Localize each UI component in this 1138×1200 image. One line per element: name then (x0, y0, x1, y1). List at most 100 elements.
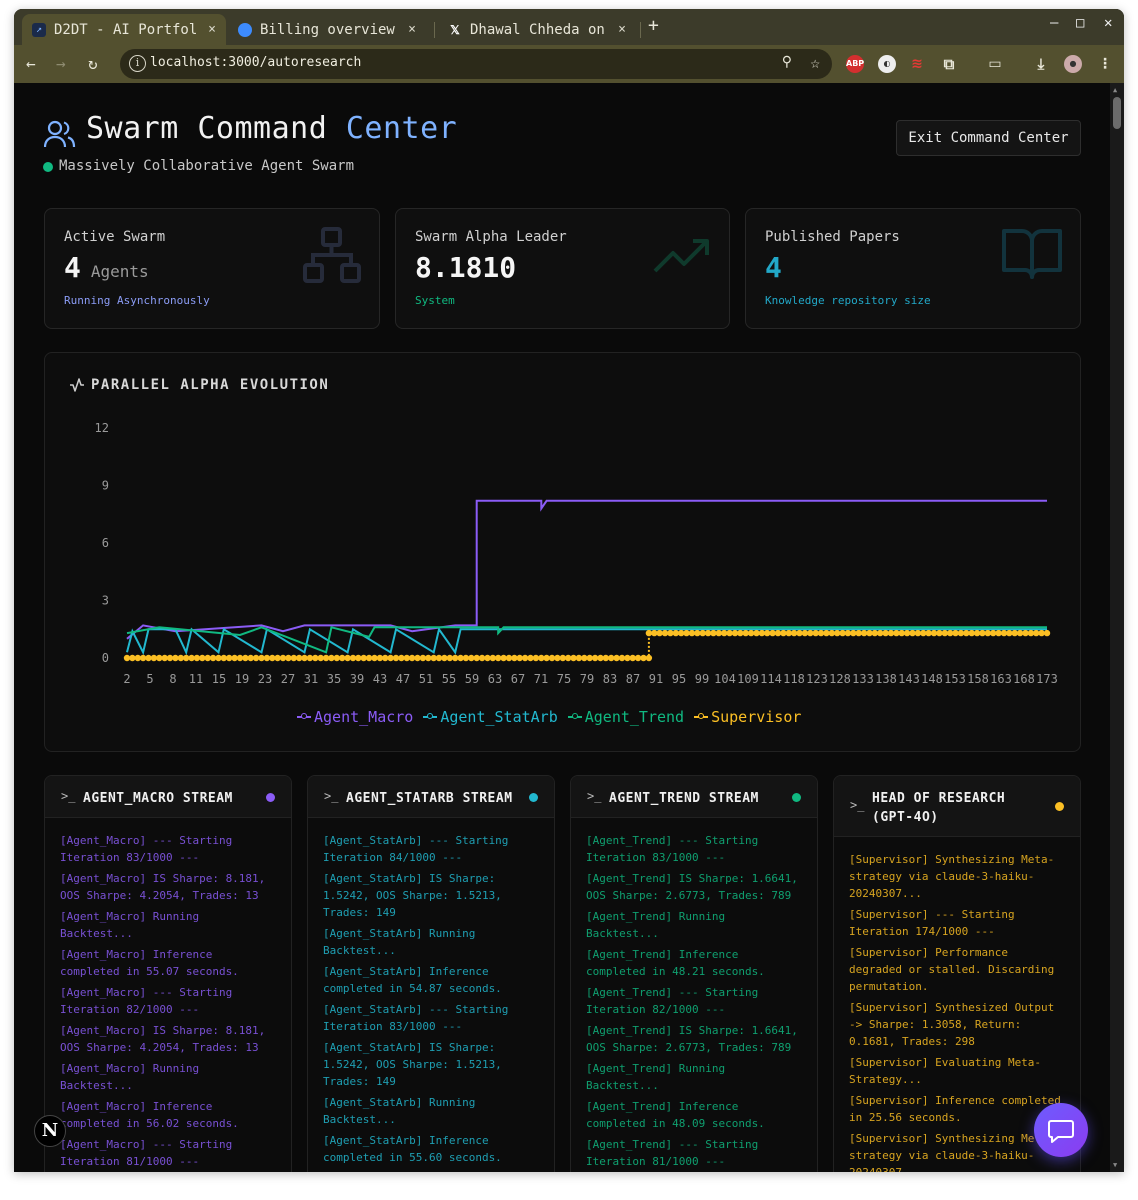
chat-bubble-icon (1048, 1120, 1074, 1143)
legend-marker-icon (694, 712, 709, 722)
x-tick-label: 91 (649, 672, 663, 686)
log-line: [Agent_StatArb] IS Sharpe: 1.5242, OOS S… (323, 1041, 502, 1088)
terminal-icon: >_ (61, 789, 76, 803)
exit-command-center-button[interactable]: Exit Command Center (896, 120, 1081, 156)
page-scrollbar[interactable]: ▲ ▼ (1110, 83, 1124, 1172)
stat-value: 4 (765, 251, 782, 284)
profile-avatar[interactable]: ● (1064, 55, 1082, 73)
scroll-up-icon[interactable]: ▲ (1113, 86, 1117, 94)
x-tick-label: 123 (806, 672, 828, 686)
zoom-icon[interactable]: ⚲ (782, 54, 792, 70)
tab-separator (434, 22, 435, 38)
x-tick-label: 51 (419, 672, 433, 686)
browser-window: ↗ D2DT - AI Portfol × Billing overview ×… (14, 9, 1124, 1172)
site-info-icon[interactable]: i (129, 55, 146, 72)
network-icon (303, 227, 361, 283)
stat-foot: System (415, 294, 455, 307)
scrollbar-thumb[interactable] (1113, 97, 1121, 129)
bookmark-star-icon[interactable]: ☆ (810, 53, 820, 72)
x-tick-label: 11 (189, 672, 203, 686)
x-tick-label: 153 (944, 672, 966, 686)
tab-search-icon[interactable]: ▭ (986, 55, 1004, 73)
stat-card-active-swarm: Active Swarm 4 Agents Running Asynchronou… (44, 208, 380, 329)
chat-button[interactable] (1034, 1103, 1088, 1157)
scroll-down-icon[interactable]: ▼ (1113, 1161, 1117, 1169)
browser-toolbar: ← → ↻ i localhost:3000/autoresearch ⚲ ☆ … (14, 45, 1124, 83)
tab-d2dt[interactable]: ↗ D2DT - AI Portfol × (22, 14, 226, 45)
stream-title: AGENT_MACRO STREAM (83, 791, 233, 806)
back-icon[interactable]: ← (26, 54, 36, 73)
stream-log[interactable]: [Agent_Trend] --- Starting Iteration 83/… (571, 818, 817, 1172)
log-line: [Agent_Trend] Running Backtest... (586, 1062, 726, 1092)
x-tick-label: 39 (350, 672, 364, 686)
stream-title: AGENT_TREND STREAM (609, 791, 759, 806)
legend-item-agent-macro[interactable]: Agent_Macro (297, 708, 413, 726)
stream-title: HEAD OF RESEARCH (GPT-4O) (872, 791, 1006, 825)
forward-icon[interactable]: → (56, 54, 66, 73)
log-line: [Agent_Macro] IS Sharpe: 8.181, OOS Shar… (60, 872, 266, 902)
stream-title: AGENT_STATARB STREAM (346, 791, 513, 806)
x-logo-icon: 𝕏 (450, 22, 460, 37)
data-point (1043, 629, 1051, 637)
terminal-icon: >_ (587, 789, 602, 803)
chart-legend: Agent_Macro Agent_StatArb Agent_Trend Su… (297, 708, 801, 726)
x-tick-label: 67 (511, 672, 525, 686)
legend-item-agent-statarb[interactable]: Agent_StatArb (423, 708, 558, 726)
minimize-icon[interactable]: – (1050, 15, 1058, 31)
series-agent-macro (126, 499, 1047, 640)
x-tick-label: 99 (695, 672, 709, 686)
x-axis: 2 5 8 11 15 19 23 27 31 35 39 43 47 51 55 59 63 67 71 75 79 8… (123, 672, 1057, 686)
tab-close-icon[interactable]: × (208, 22, 216, 37)
url-text[interactable]: localhost:3000/autoresearch (150, 55, 361, 70)
stream-log[interactable]: [Agent_Macro] --- Starting Iteration 83/… (45, 818, 291, 1172)
stat-label: Published Papers (765, 229, 900, 245)
x-tick-label: 19 (235, 672, 249, 686)
chart-panel: PARALLEL ALPHA EVOLUTION 0 3 6 9 12 2 5 8 11 15 1… (44, 352, 1081, 752)
tab-billing[interactable]: Billing overview × (228, 14, 426, 45)
stream-status-dot (792, 793, 801, 802)
page-title: Swarm Command Center (86, 111, 457, 146)
stat-value: 4 Agents (64, 251, 149, 284)
puzzle-extensions-icon[interactable]: ⧉ (940, 55, 958, 73)
x-tick-label: 173 (1036, 672, 1058, 686)
extension-icon[interactable]: ◐ (878, 55, 896, 73)
x-tick-label: 23 (258, 672, 272, 686)
wifi-extension-icon[interactable]: ≋ (908, 55, 926, 73)
log-line: [Agent_Macro] --- Starting Iteration 83/… (60, 834, 233, 864)
nextjs-badge[interactable]: N (34, 1115, 66, 1147)
y-tick-label: 12 (95, 421, 109, 435)
adblock-extension-icon[interactable]: ABP (846, 55, 864, 73)
tab-title: Billing overview (260, 21, 395, 38)
stat-number: 4 (64, 251, 81, 284)
terminal-icon: >_ (850, 798, 865, 812)
tab-close-icon[interactable]: × (408, 22, 416, 37)
x-tick-label: 43 (373, 672, 387, 686)
agent-macro-stream: >_ AGENT_MACRO STREAM [Agent_Macro] --- … (44, 775, 292, 1172)
legend-item-supervisor[interactable]: Supervisor (694, 708, 801, 726)
legend-marker-icon (423, 712, 438, 722)
alpha-evolution-chart[interactable]: 0 3 6 9 12 2 5 8 11 15 19 23 27 31 35 39 43 47 51 55 59 63 67… (45, 353, 1082, 703)
tab-x[interactable]: 𝕏 Dhawal Chheda on × (438, 14, 636, 45)
x-tick-label: 35 (327, 672, 341, 686)
x-tick-label: 55 (442, 672, 456, 686)
address-bar[interactable]: i localhost:3000/autoresearch ⚲ ☆ (120, 49, 832, 79)
x-tick-label: 5 (146, 672, 153, 686)
log-line: [Supervisor] Synthesizing Meta-strategy … (849, 853, 1055, 900)
legend-marker-icon (567, 712, 582, 722)
tab-separator (640, 22, 641, 38)
x-tick-label: 79 (580, 672, 594, 686)
trending-up-icon (653, 239, 709, 273)
x-tick-label: 104 (714, 672, 736, 686)
download-icon[interactable]: ⤓ (1032, 55, 1050, 73)
y-axis: 0 3 6 9 12 (95, 421, 109, 665)
close-window-icon[interactable]: ✕ (1104, 15, 1112, 31)
new-tab-button[interactable]: + (648, 15, 659, 36)
maximize-icon[interactable]: □ (1076, 15, 1084, 31)
x-tick-label: 114 (760, 672, 782, 686)
stream-log[interactable]: [Agent_StatArb] --- Starting Iteration 8… (308, 818, 554, 1172)
legend-item-agent-trend[interactable]: Agent_Trend (567, 708, 684, 726)
reload-icon[interactable]: ↻ (88, 54, 98, 73)
tab-close-icon[interactable]: × (618, 22, 626, 37)
menu-kebab-icon[interactable]: ⋮ (1096, 55, 1114, 73)
x-tick-label: 63 (488, 672, 502, 686)
